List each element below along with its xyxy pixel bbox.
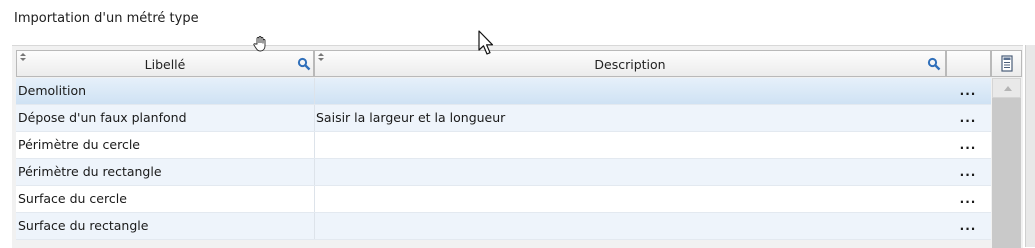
scroll-up-icon[interactable] bbox=[992, 78, 1021, 98]
dialog-title: Importation d'un métré type bbox=[14, 11, 199, 26]
column-header-action bbox=[946, 50, 991, 77]
table-header: Libellé Description bbox=[16, 50, 1022, 77]
table-row[interactable]: Dépose d'un faux planfond Saisir la larg… bbox=[16, 105, 991, 132]
cell-libelle: Dépose d'un faux planfond bbox=[16, 105, 315, 131]
cell-description bbox=[314, 213, 948, 239]
table-row[interactable]: Demolition ... bbox=[16, 78, 991, 105]
column-header-description[interactable]: Description bbox=[314, 50, 946, 77]
table-row[interactable]: Surface du rectangle ... bbox=[16, 213, 991, 240]
cell-description bbox=[314, 159, 948, 185]
metre-table: Libellé Description Demolition ... Dépos… bbox=[12, 45, 1023, 248]
table-row[interactable]: Périmètre du cercle ... bbox=[16, 132, 991, 159]
column-header-libelle[interactable]: Libellé bbox=[16, 50, 314, 77]
cell-description bbox=[314, 78, 948, 104]
cell-description: Saisir la largeur et la longueur bbox=[316, 110, 506, 125]
column-chooser-icon bbox=[1001, 55, 1013, 72]
arrow-cursor-icon bbox=[478, 30, 494, 55]
cell-description bbox=[314, 186, 948, 212]
row-options-button[interactable]: ... bbox=[946, 132, 990, 158]
cell-libelle: Surface du cercle bbox=[16, 186, 315, 212]
hand-cursor-icon bbox=[253, 36, 266, 52]
column-chooser-button[interactable] bbox=[991, 50, 1022, 77]
search-icon[interactable] bbox=[927, 57, 941, 71]
window-edge bbox=[1025, 45, 1035, 247]
cell-libelle: Demolition bbox=[16, 78, 315, 104]
vertical-scrollbar[interactable] bbox=[992, 78, 1021, 248]
table-row[interactable]: Surface du cercle ... bbox=[16, 186, 991, 213]
search-icon[interactable] bbox=[297, 57, 311, 71]
cell-libelle: Surface du rectangle bbox=[16, 213, 315, 239]
row-options-button[interactable]: ... bbox=[946, 186, 990, 212]
table-body: Demolition ... Dépose d'un faux planfond… bbox=[16, 78, 991, 240]
cell-libelle: Périmètre du rectangle bbox=[16, 159, 315, 185]
cell-description bbox=[314, 132, 948, 158]
table-row[interactable]: Périmètre du rectangle ... bbox=[16, 159, 991, 186]
row-options-button[interactable]: ... bbox=[946, 159, 990, 185]
cell-libelle: Périmètre du cercle bbox=[16, 132, 315, 158]
row-options-button[interactable]: ... bbox=[946, 105, 990, 131]
row-options-button[interactable]: ... bbox=[946, 213, 990, 239]
row-options-button[interactable]: ... bbox=[946, 78, 990, 104]
